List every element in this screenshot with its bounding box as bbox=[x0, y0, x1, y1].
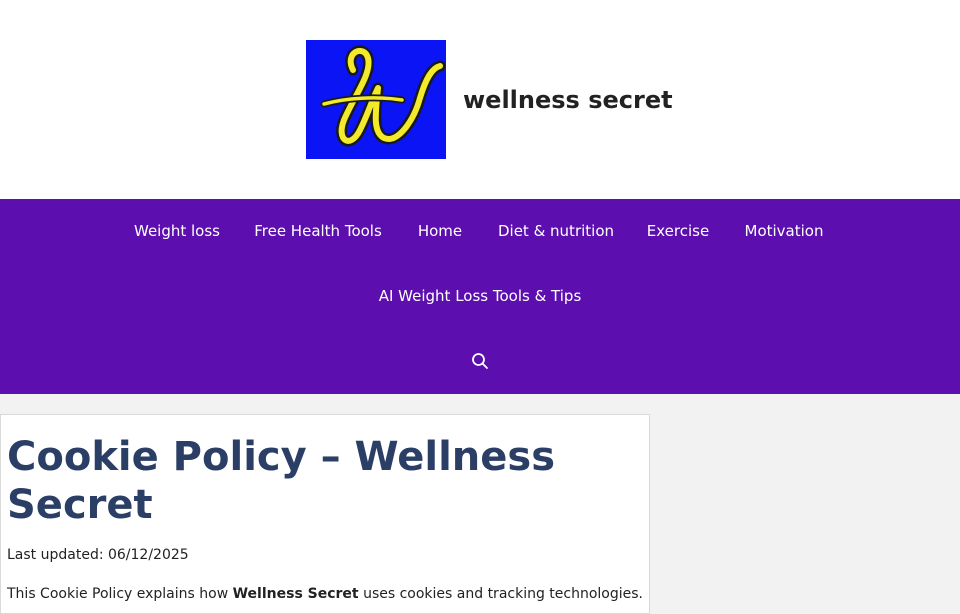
nav-item-weight-loss[interactable]: Weight loss bbox=[114, 199, 240, 263]
site-header: wellness secret bbox=[0, 0, 960, 199]
article-card: Cookie Policy – Wellness Secret Last upd… bbox=[0, 414, 650, 614]
nav-item-motivation[interactable]: Motivation bbox=[725, 199, 844, 263]
nav-item-diet-nutrition[interactable]: Diet & nutrition bbox=[478, 199, 634, 263]
nav-item-free-health-tools[interactable]: Free Health Tools bbox=[234, 199, 402, 263]
intro-paragraph: This Cookie Policy explains how Wellness… bbox=[7, 584, 643, 604]
search-button[interactable] bbox=[462, 339, 498, 383]
nav-item-home[interactable]: Home bbox=[398, 199, 482, 263]
search-icon bbox=[472, 353, 488, 369]
site-title[interactable]: wellness secret bbox=[463, 84, 673, 116]
last-updated-text: Last updated: 06/12/2025 bbox=[7, 547, 189, 563]
main-navigation: Weight loss Free Health Tools Home Diet … bbox=[0, 199, 960, 394]
script-w-logo-icon bbox=[306, 40, 446, 159]
nav-item-ai-weight-loss-tools[interactable]: AI Weight Loss Tools & Tips bbox=[359, 264, 602, 328]
site-logo[interactable] bbox=[306, 40, 446, 159]
page-title: Cookie Policy – Wellness Secret bbox=[7, 434, 556, 528]
nav-item-exercise[interactable]: Exercise bbox=[627, 199, 729, 263]
